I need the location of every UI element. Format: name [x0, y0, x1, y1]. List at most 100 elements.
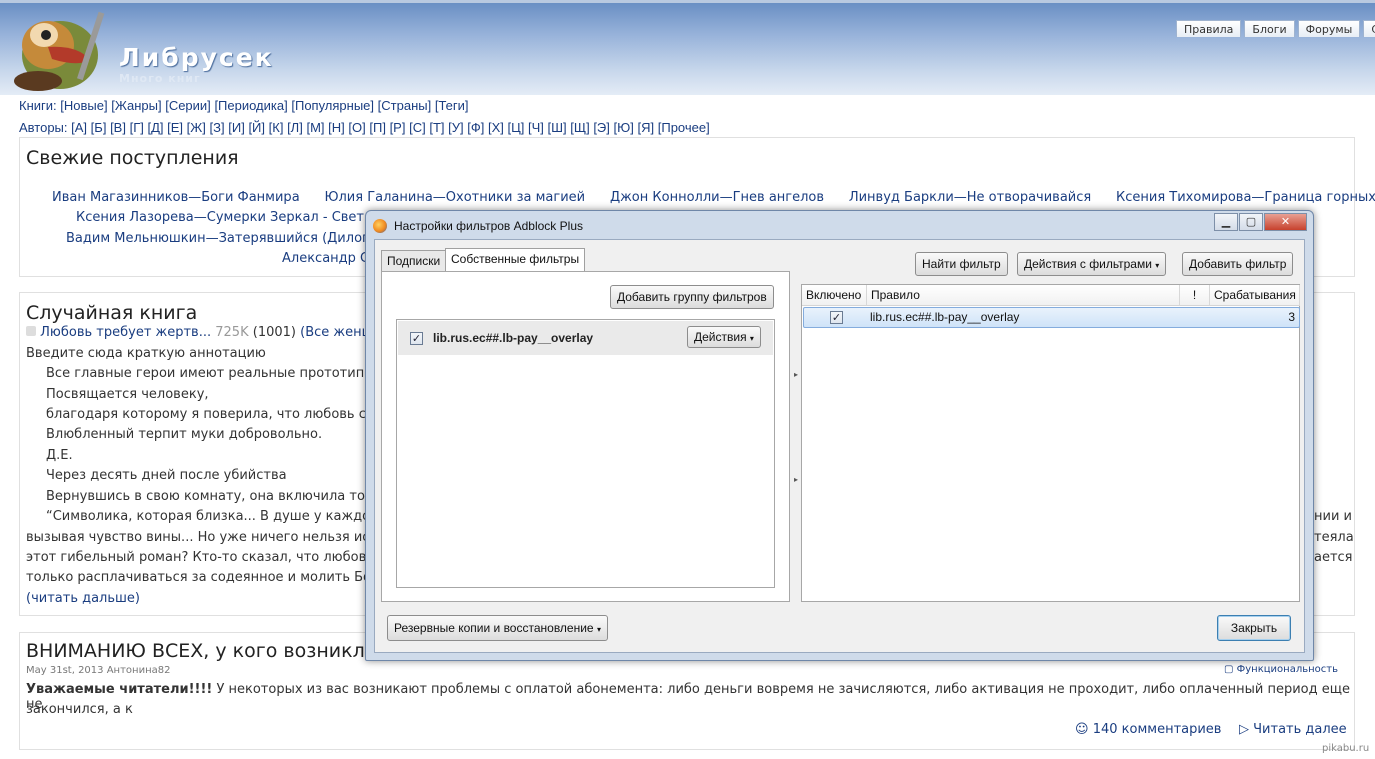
author-letter-link[interactable]: [О]: [348, 120, 365, 135]
notice-author[interactable]: Антонина82: [107, 665, 171, 676]
books-nav-link[interactable]: [Периодика]: [214, 98, 287, 113]
author-letter-link[interactable]: [У]: [448, 120, 463, 135]
books-nav-link[interactable]: [Новые]: [60, 98, 107, 113]
authors-nav-links: [А] [Б] [В] [Г] [Д] [Е] [Ж] [З] [И] [Й] …: [71, 120, 710, 135]
add-filter-group-button[interactable]: Добавить группу фильтров: [610, 285, 774, 309]
annotation-line: вызывая чувство вины... Но уже ничего не…: [26, 530, 387, 545]
fresh-link[interactable]: Линвуд Баркли—Не отворачивайся: [849, 190, 1091, 205]
col-enabled[interactable]: Включено: [802, 285, 867, 306]
annotation-line: Через десять дней после убийства: [46, 468, 287, 483]
minimize-button[interactable]: ▁: [1214, 213, 1238, 231]
backup-restore-button[interactable]: Резервные копии и восстановление ▾: [387, 615, 608, 641]
chevron-down-icon: ▾: [749, 334, 754, 343]
fresh-link[interactable]: Ксения Лазорева—Сумерки Зеркал - Свет Зе: [76, 210, 384, 225]
close-button[interactable]: Закрыть: [1217, 615, 1291, 641]
arrow-icon: ▷: [1239, 722, 1249, 737]
filter-row[interactable]: ✓ lib.rus.ec##.lb-pay__overlay 3: [803, 307, 1300, 328]
random-book-genre[interactable]: (Все женщ: [300, 325, 374, 340]
fresh-link[interactable]: Иван Магазинников—Боги Фанмира: [52, 190, 300, 205]
panel-splitter[interactable]: ▸ ▸: [794, 340, 799, 490]
fresh-link[interactable]: Юлия Галанина—Охотники за магией: [324, 190, 585, 205]
books-nav: Книги: [Новые] [Жанры] [Серии] [Периодик…: [19, 98, 469, 113]
authors-nav: Авторы: [А] [Б] [В] [Г] [Д] [Е] [Ж] [З] …: [19, 120, 710, 135]
author-letter-link[interactable]: [Ю]: [614, 120, 634, 135]
tab-rules[interactable]: Правила: [1176, 20, 1242, 37]
author-letter-link[interactable]: [Г]: [130, 120, 144, 135]
chevron-down-icon: ▾: [1155, 261, 1160, 270]
tab-own-filters[interactable]: Собственные фильтры: [445, 248, 586, 271]
author-letter-link[interactable]: [Ч]: [528, 120, 544, 135]
fresh-link[interactable]: Вадим Мельнюшкин—Затерявшийся (Дилогия): [66, 231, 390, 246]
books-nav-links: [Новые] [Жанры] [Серии] [Периодика] [Поп…: [60, 98, 468, 113]
group-actions-button[interactable]: Действия ▾: [687, 326, 761, 348]
window-controls: ▁ ▢ ✕: [1214, 213, 1307, 231]
group-enabled-checkbox[interactable]: ✓: [410, 332, 423, 345]
group-actions-label: Действия: [694, 330, 747, 344]
site-title[interactable]: Либрусек: [119, 43, 274, 72]
author-letter-link[interactable]: [Ф]: [467, 120, 484, 135]
add-filter-button[interactable]: Добавить фильтр: [1182, 252, 1294, 276]
author-letter-link[interactable]: [Э]: [593, 120, 610, 135]
author-letter-link[interactable]: [А]: [71, 120, 87, 135]
author-letter-link[interactable]: [Щ]: [570, 120, 589, 135]
author-letter-link[interactable]: [Л]: [287, 120, 303, 135]
filter-actions-button[interactable]: Действия с фильтрами ▾: [1017, 252, 1167, 276]
author-letter-link[interactable]: [Ц]: [508, 120, 525, 135]
author-letter-link[interactable]: [В]: [110, 120, 126, 135]
tab-blogs[interactable]: Блоги: [1244, 20, 1295, 37]
col-hits[interactable]: Срабатывания: [1210, 285, 1300, 306]
notice-title[interactable]: ВНИМАНИЮ ВСЕХ, у кого возникл: [26, 640, 365, 662]
books-nav-link[interactable]: [Серии]: [165, 98, 211, 113]
maximize-button[interactable]: ▢: [1239, 213, 1263, 231]
site-logo[interactable]: [8, 5, 116, 97]
notice-text: Уважаемые читатели!!!! У некоторых из ва…: [26, 682, 1350, 712]
tab-more[interactable]: С: [1363, 20, 1375, 37]
author-letter-link[interactable]: [З]: [210, 120, 225, 135]
books-nav-link[interactable]: [Популярные]: [291, 98, 374, 113]
tab-forums[interactable]: Форумы: [1297, 20, 1361, 37]
author-letter-link[interactable]: [Д]: [147, 120, 163, 135]
notice-tag[interactable]: ▢ Функциональность: [1224, 664, 1338, 675]
read-more-link[interactable]: (читать дальше): [26, 591, 140, 606]
author-letter-link[interactable]: [Е]: [167, 120, 183, 135]
author-letter-link[interactable]: [Т]: [429, 120, 444, 135]
annotation-line: благодаря которому я поверила, что любов…: [46, 407, 386, 422]
author-letter-link[interactable]: [Я]: [638, 120, 655, 135]
close-window-button[interactable]: ✕: [1264, 213, 1307, 231]
watermark: pikabu.ru: [1322, 743, 1370, 754]
author-letter-link[interactable]: [Х]: [488, 120, 504, 135]
author-letter-link[interactable]: [Б]: [91, 120, 107, 135]
tab-subscriptions[interactable]: Подписки: [381, 250, 447, 271]
author-letter-link[interactable]: [С]: [409, 120, 426, 135]
fresh-title: Свежие поступления: [26, 147, 239, 169]
filter-enabled-checkbox[interactable]: ✓: [830, 311, 843, 324]
fresh-link[interactable]: Джон Коннолли—Гнев ангелов: [610, 190, 824, 205]
author-letter-link[interactable]: [Н]: [328, 120, 345, 135]
filter-group-row[interactable]: ✓ lib.rus.ec##.lb-pay__overlay Действия …: [398, 321, 773, 355]
author-letter-link[interactable]: [К]: [269, 120, 284, 135]
annotation-line: Влюбленный терпит муки добровольно.: [46, 427, 323, 442]
col-bang[interactable]: !: [1180, 285, 1210, 306]
author-letter-link[interactable]: [П]: [369, 120, 386, 135]
books-nav-link[interactable]: [Жанры]: [111, 98, 161, 113]
books-nav-link[interactable]: [Страны]: [378, 98, 432, 113]
col-rule[interactable]: Правило: [867, 285, 1180, 306]
notice-read-more[interactable]: ▷ Читать далее: [1239, 722, 1347, 737]
author-letter-link[interactable]: [Прочее]: [658, 120, 710, 135]
author-letter-link[interactable]: [Ш]: [548, 120, 567, 135]
filter-actions-label: Действия с фильтрами: [1024, 257, 1152, 271]
author-letter-link[interactable]: [И]: [228, 120, 245, 135]
author-letter-link[interactable]: [Ж]: [187, 120, 206, 135]
books-nav-link[interactable]: [Теги]: [435, 98, 469, 113]
fresh-link[interactable]: Ксения Тихомирова—Граница горных вил: [1116, 190, 1375, 205]
fresh-link[interactable]: Александр С: [282, 251, 369, 266]
top-tabs: Правила Блоги Форумы С: [1176, 20, 1375, 37]
comments-link[interactable]: ☺ 140 комментариев: [1075, 722, 1221, 737]
author-letter-link[interactable]: [М]: [306, 120, 324, 135]
notice-lead: Уважаемые читатели!!!!: [26, 682, 213, 697]
author-letter-link[interactable]: [Р]: [390, 120, 406, 135]
find-filter-button[interactable]: Найти фильтр: [915, 252, 1008, 276]
author-letter-link[interactable]: [Й]: [248, 120, 265, 135]
annotation-line: Все главные герои имеют реальные прототи…: [46, 366, 391, 381]
random-book-link[interactable]: Любовь требует жертв...: [40, 325, 211, 340]
